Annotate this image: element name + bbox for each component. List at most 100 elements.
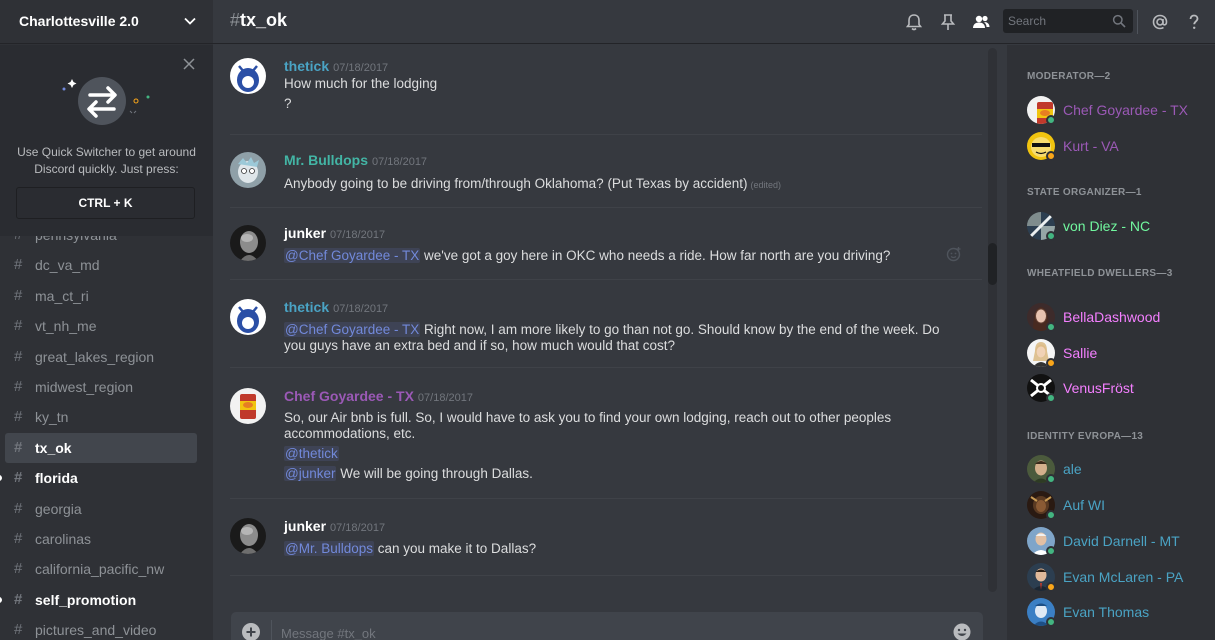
bell-icon[interactable] [904, 12, 924, 32]
upload-plus-icon[interactable] [241, 622, 261, 640]
hash-icon: # [14, 438, 23, 456]
member-david-darnell-mt[interactable]: David Darnell - MT [1027, 527, 1207, 561]
message: thetick 07/18/2017 How much for the lodgin… [230, 58, 982, 134]
scrollbar-thumb[interactable] [988, 243, 997, 285]
message-body: we've got a goy here in OKC who needs a … [420, 248, 891, 263]
message-author[interactable]: junker [284, 225, 326, 241]
channel-sidebar: Charlottesville 2.0 Use Quick Switcher t… [0, 0, 213, 640]
server-header[interactable]: Charlottesville 2.0 [0, 0, 213, 44]
message-header: thetick 07/18/2017 [284, 58, 388, 76]
channel-label: ky_tn [35, 409, 69, 426]
channel-header: #tx_ok [213, 0, 1215, 44]
user-avatar[interactable] [230, 58, 266, 94]
role-header: STATE ORGANIZER—1 [1027, 187, 1142, 198]
user-mention[interactable]: @Chef Goyardee - TX [284, 248, 421, 263]
message-body: ? [284, 96, 292, 111]
channel-title: #tx_ok [230, 10, 287, 31]
message-text: So, our Air bnb is full. So, I would hav… [284, 410, 964, 442]
message-separator [230, 367, 982, 368]
user-mention[interactable]: @junker [284, 466, 337, 481]
message-timestamp: 07/18/2017 [333, 303, 389, 315]
channel-dc-va-md[interactable]: # dc_va_md [5, 250, 197, 280]
chevron-down-icon[interactable] [183, 14, 197, 28]
message-body: So, our Air bnb is full. So, I would hav… [284, 410, 892, 441]
channel-carolinas[interactable]: # carolinas [5, 524, 197, 554]
mention-icon[interactable] [1150, 12, 1170, 32]
channel-ky-tn[interactable]: # ky_tn [5, 402, 197, 432]
member-evan-thomas[interactable]: Evan Thomas [1027, 598, 1207, 632]
message-separator [230, 498, 982, 499]
channel-vt-nh-me[interactable]: # vt_nh_me [5, 311, 197, 341]
hash-icon: # [14, 317, 23, 335]
member-list: MODERATOR—2 Chef Goyardee - TX Kurt - VA ST… [1007, 45, 1215, 640]
member-name: Evan Thomas [1063, 604, 1150, 620]
message-input[interactable] [281, 623, 931, 640]
channel-ma-ct-ri[interactable]: # ma_ct_ri [5, 281, 197, 311]
emoji-icon[interactable] [952, 622, 972, 640]
member-auf-wi[interactable]: Auf WI [1027, 491, 1207, 525]
user-avatar[interactable] [230, 225, 266, 261]
message-author[interactable]: thetick [284, 58, 329, 74]
channel-label: vt_nh_me [35, 318, 97, 335]
member-chef-goyardee-tx[interactable]: Chef Goyardee - TX [1027, 96, 1207, 130]
member-ale[interactable]: ale [1027, 455, 1207, 489]
channel-california-pacific-nw[interactable]: # california_pacific_nw [5, 554, 197, 584]
message-timestamp: 07/18/2017 [330, 229, 386, 241]
member-kurt-va[interactable]: Kurt - VA [1027, 132, 1207, 166]
channel-label: carolinas [35, 530, 92, 547]
user-mention[interactable]: @Chef Goyardee - TX [284, 322, 421, 337]
scrollbar-track[interactable] [988, 48, 997, 592]
search-bar[interactable] [1003, 9, 1133, 33]
message-author[interactable]: junker [284, 518, 326, 534]
members-icon[interactable] [971, 12, 991, 32]
help-icon[interactable] [1184, 12, 1204, 32]
user-avatar[interactable] [230, 518, 266, 554]
channel-label: great_lakes_region [35, 348, 155, 365]
channel-great-lakes-region[interactable]: # great_lakes_region [5, 342, 197, 372]
message-header: junker 07/18/2017 [284, 518, 385, 536]
member-name: Chef Goyardee - TX [1063, 102, 1189, 118]
search-icon[interactable] [1112, 14, 1126, 28]
user-mention[interactable]: @Mr. Bulldops [284, 541, 374, 556]
channel-label: self_promotion [35, 591, 137, 608]
channel-pictures-and-video[interactable]: # pictures_and_video [5, 615, 197, 640]
member-name: Kurt - VA [1063, 138, 1119, 154]
message-author[interactable]: Chef Goyardee - TX [284, 388, 414, 404]
message-text: How much for the lodging [284, 76, 964, 92]
message-text: ? [284, 96, 964, 112]
user-avatar[interactable] [230, 388, 266, 424]
status-idle-icon [1046, 358, 1056, 368]
channel-tx-ok[interactable]: # tx_ok [5, 432, 197, 464]
message-composer [231, 612, 983, 640]
hash-icon: # [14, 286, 23, 304]
message-author[interactable]: thetick [284, 299, 329, 315]
channel-florida[interactable]: # florida [0, 463, 197, 493]
channel-label: dc_va_md [35, 257, 100, 274]
user-avatar[interactable] [230, 152, 266, 188]
channel-midwest-region[interactable]: # midwest_region [5, 372, 197, 402]
status-online-icon [1046, 393, 1056, 403]
user-mention[interactable]: @thetick [284, 446, 339, 461]
member-von-diez-nc[interactable]: von Diez - NC [1027, 212, 1207, 246]
search-input[interactable] [1003, 9, 1107, 33]
role-header: WHEATFIELD DWELLERS—3 [1027, 268, 1173, 279]
member-evan-mclaren-pa[interactable]: Evan McLaren - PA [1027, 563, 1207, 597]
member-sallie[interactable]: Sallie [1027, 339, 1207, 373]
message-timestamp: 07/18/2017 [372, 156, 428, 168]
user-avatar[interactable] [230, 299, 266, 335]
message-header: Mr. Bulldops 07/18/2017 [284, 152, 427, 170]
message-body: How much for the lodging [284, 76, 438, 91]
status-online-icon [1046, 322, 1056, 332]
close-icon[interactable] [183, 58, 195, 70]
message-timestamp: 07/18/2017 [330, 522, 386, 534]
member-belladashwood[interactable]: BellaDashwood [1027, 303, 1207, 337]
message-text: @Mr. Bulldops can you make it to Dallas? [284, 541, 964, 557]
channel-georgia[interactable]: # georgia [5, 494, 197, 524]
hash-icon: # [14, 408, 23, 426]
member-venusfr-st[interactable]: VenusFröst [1027, 374, 1207, 408]
message-text: Anybody going to be driving from/through… [284, 176, 964, 193]
hash-icon: # [14, 560, 23, 578]
message-author[interactable]: Mr. Bulldops [284, 152, 368, 168]
channel-self-promotion[interactable]: # self_promotion [0, 585, 197, 615]
pin-icon[interactable] [938, 12, 958, 32]
